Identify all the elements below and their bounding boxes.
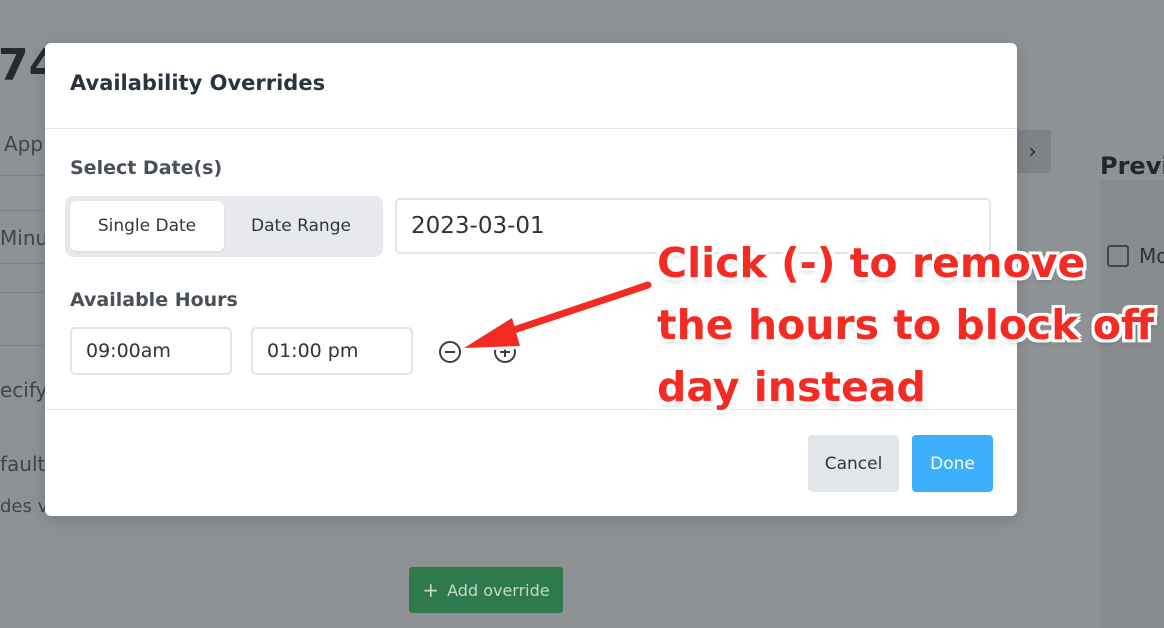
- annotation-line: Click (-) to remove: [657, 239, 1086, 287]
- add-override-label: Add override: [447, 580, 550, 600]
- preview-title: Previ: [1100, 152, 1164, 180]
- available-hours-label: Available Hours: [70, 289, 238, 311]
- background-text-overrides: des v: [0, 496, 49, 517]
- add-override-button[interactable]: + Add override: [409, 567, 563, 613]
- cancel-button[interactable]: Cancel: [808, 435, 899, 492]
- add-hours-icon[interactable]: [494, 341, 516, 363]
- select-dates-label: Select Date(s): [70, 157, 223, 179]
- modal-title: Availability Overrides: [70, 71, 326, 95]
- date-mode-toggle: Single Date Date Range: [65, 196, 383, 257]
- plus-icon: +: [422, 578, 440, 602]
- annotation-line: the hours to block off: [657, 301, 1155, 349]
- tab-date-range[interactable]: Date Range: [224, 201, 378, 251]
- annotation-callout: Click (-) to remove the hours to block o…: [657, 232, 1164, 418]
- done-button[interactable]: Done: [912, 435, 993, 492]
- background-text-default: fault: [0, 452, 46, 476]
- background-field: [0, 292, 47, 346]
- tab-single-date[interactable]: Single Date: [70, 201, 224, 251]
- background-text-specify: ecify: [0, 378, 48, 402]
- background-divider: [0, 175, 45, 176]
- background-text-app: App: [4, 132, 44, 156]
- end-time-input[interactable]: 01:00 pm: [251, 327, 413, 375]
- modal-header-divider: [45, 128, 1017, 129]
- start-time-input[interactable]: 09:00am: [70, 327, 232, 375]
- remove-hours-icon[interactable]: [439, 341, 461, 363]
- next-arrow-button[interactable]: ›: [1014, 130, 1051, 173]
- annotation-line: day instead: [657, 363, 926, 411]
